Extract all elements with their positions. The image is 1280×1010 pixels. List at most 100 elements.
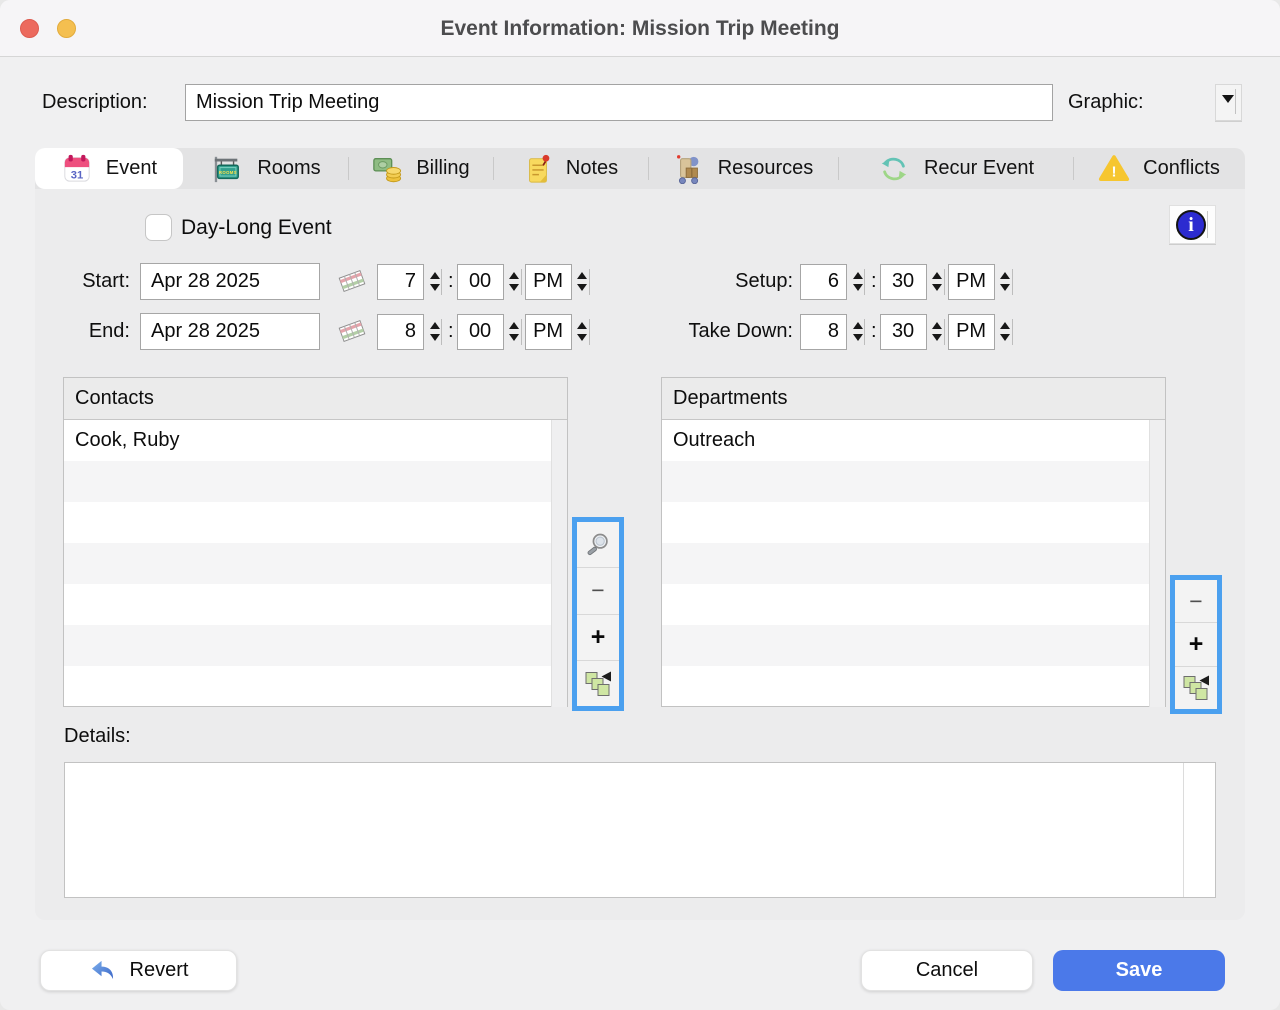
list-item[interactable]: Outreach xyxy=(662,420,1149,461)
day-long-event-checkbox[interactable] xyxy=(145,214,172,241)
end-meridiem-field[interactable]: PM xyxy=(524,313,572,350)
tab-label: Rooms xyxy=(257,157,321,179)
stepper-down-icon[interactable] xyxy=(429,334,440,341)
stepper-up-icon[interactable] xyxy=(577,322,588,329)
list-item xyxy=(662,584,1149,625)
dropdown-arrow-icon xyxy=(1222,95,1234,103)
save-label: Save xyxy=(1115,959,1163,981)
setup-label: Setup: xyxy=(735,270,793,292)
take-down-hour-stepper xyxy=(847,314,868,350)
stepper-down-icon[interactable] xyxy=(577,284,588,291)
stepper-up-icon[interactable] xyxy=(852,322,863,329)
tab-rooms[interactable]: ROOMS Rooms xyxy=(183,148,348,189)
add-department-button[interactable]: + xyxy=(1175,622,1217,666)
take-down-minute-field[interactable]: 30 xyxy=(879,313,927,350)
time-colon: : xyxy=(448,320,454,342)
end-date-picker-icon[interactable] xyxy=(332,315,372,348)
take-down-minute-stepper xyxy=(927,314,948,350)
stepper-up-icon[interactable] xyxy=(1000,322,1011,329)
tab-resources[interactable]: Resources xyxy=(648,148,838,189)
setup-hour-stepper xyxy=(847,264,868,300)
list-item xyxy=(64,543,551,584)
revert-button[interactable]: Revert xyxy=(40,950,237,991)
stepper-up-icon[interactable] xyxy=(509,272,520,279)
tab-conflicts[interactable]: ! Conflicts xyxy=(1073,148,1245,189)
list-item xyxy=(64,625,551,666)
stepper-down-icon[interactable] xyxy=(509,284,520,291)
stepper-up-icon[interactable] xyxy=(429,272,440,279)
start-hour-field[interactable]: 7 xyxy=(377,263,424,300)
time-colon: : xyxy=(871,270,877,292)
stepper-down-icon[interactable] xyxy=(1000,284,1011,291)
remove-department-button[interactable]: − xyxy=(1175,580,1217,623)
description-label: Description: xyxy=(42,91,148,113)
description-input[interactable] xyxy=(185,84,1053,121)
info-button[interactable]: i xyxy=(1169,205,1216,244)
add-contact-button[interactable]: + xyxy=(577,613,619,660)
stepper-up-icon[interactable] xyxy=(577,272,588,279)
tab-event[interactable]: 31 Event xyxy=(35,148,183,189)
stepper-up-icon[interactable] xyxy=(852,272,863,279)
minus-icon: − xyxy=(591,577,605,604)
pick-contacts-button[interactable] xyxy=(577,659,619,706)
take-down-meridiem-field[interactable]: PM xyxy=(947,313,995,350)
details-textarea[interactable] xyxy=(64,762,1216,898)
stepper-down-icon[interactable] xyxy=(932,284,943,291)
stepper-up-icon[interactable] xyxy=(1000,272,1011,279)
start-minute-field[interactable]: 00 xyxy=(456,263,504,300)
setup-meridiem-field[interactable]: PM xyxy=(947,263,995,300)
tab-recur-event[interactable]: Recur Event xyxy=(838,148,1073,189)
contacts-list-body[interactable]: Cook, Ruby xyxy=(64,420,567,707)
stepper-down-icon[interactable] xyxy=(1000,334,1011,341)
calendar-31-icon: 31 xyxy=(61,154,93,183)
start-date-picker-icon[interactable] xyxy=(332,265,372,298)
tab-label: Event xyxy=(105,157,158,179)
details-label: Details: xyxy=(64,725,131,747)
scrollbar-track[interactable] xyxy=(1149,420,1165,707)
remove-contact-button[interactable]: − xyxy=(577,567,619,614)
list-item xyxy=(64,502,551,543)
end-hour-field[interactable]: 8 xyxy=(377,313,424,350)
notepad-pin-icon xyxy=(523,154,553,184)
stepper-up-icon[interactable] xyxy=(429,322,440,329)
graphic-dropdown-button[interactable] xyxy=(1215,84,1242,121)
tab-label: Notes xyxy=(565,157,619,179)
take-down-hour-field[interactable]: 8 xyxy=(800,313,847,350)
cancel-button[interactable]: Cancel xyxy=(861,950,1033,991)
contacts-header: Contacts xyxy=(64,378,567,420)
stepper-down-icon[interactable] xyxy=(932,334,943,341)
search-contacts-button[interactable] xyxy=(577,522,619,568)
start-meridiem-field[interactable]: PM xyxy=(524,263,572,300)
setup-hour-field[interactable]: 6 xyxy=(800,263,847,300)
save-button[interactable]: Save xyxy=(1053,950,1225,991)
stepper-down-icon[interactable] xyxy=(852,284,863,291)
start-date-input[interactable] xyxy=(140,263,320,300)
setup-meridiem-stepper xyxy=(995,264,1016,300)
stepper-down-icon[interactable] xyxy=(852,334,863,341)
list-item xyxy=(662,502,1149,543)
scrollbar-track[interactable] xyxy=(551,420,567,707)
stepper-up-icon[interactable] xyxy=(932,272,943,279)
pick-departments-button[interactable] xyxy=(1175,665,1217,709)
list-item[interactable]: Cook, Ruby xyxy=(64,420,551,461)
tab-billing[interactable]: Billing xyxy=(348,148,493,189)
setup-minute-stepper xyxy=(927,264,948,300)
stepper-down-icon[interactable] xyxy=(577,334,588,341)
stepper-down-icon[interactable] xyxy=(509,334,520,341)
end-hour-stepper xyxy=(424,314,445,350)
close-window-button[interactable] xyxy=(20,19,39,38)
stepper-down-icon[interactable] xyxy=(429,284,440,291)
tab-label: Billing xyxy=(416,157,470,179)
minimize-window-button[interactable] xyxy=(57,19,76,38)
stepper-up-icon[interactable] xyxy=(509,322,520,329)
stepper-up-icon[interactable] xyxy=(932,322,943,329)
end-meridiem-stepper xyxy=(572,314,593,350)
cancel-label: Cancel xyxy=(915,959,979,981)
tab-notes[interactable]: Notes xyxy=(493,148,648,189)
end-time-group: 8 : 00 PM xyxy=(377,313,593,350)
end-minute-field[interactable]: 00 xyxy=(456,313,504,350)
title-bar: Event Information: Mission Trip Meeting xyxy=(0,0,1280,57)
end-date-input[interactable] xyxy=(140,313,320,350)
setup-minute-field[interactable]: 30 xyxy=(879,263,927,300)
departments-list-body[interactable]: Outreach xyxy=(662,420,1165,707)
